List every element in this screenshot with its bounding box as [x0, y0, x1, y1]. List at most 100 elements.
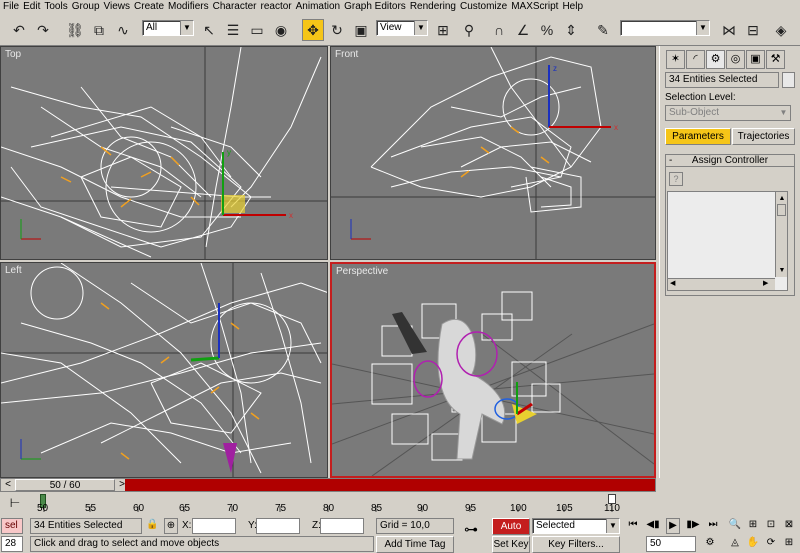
key-icon[interactable]: ⊶ — [458, 522, 484, 536]
menu-modifiers[interactable]: Modifiers — [168, 0, 213, 14]
parameters-button[interactable]: Parameters — [665, 128, 731, 145]
hierarchy-tab-icon[interactable]: ⚙ — [706, 50, 725, 69]
lock-selection-icon[interactable]: 🔒 — [146, 518, 158, 532]
zoom-extents-icon[interactable]: ⊡ — [764, 518, 778, 532]
z-coordinate-field[interactable] — [320, 518, 364, 534]
trajectories-button[interactable]: Trajectories — [732, 128, 795, 145]
time-configuration-icon[interactable]: ⚙ — [704, 536, 716, 550]
key-filters-button[interactable]: Key Filters... — [532, 536, 620, 553]
track-bar[interactable]: ⊢ 50 55 60 65 70 75 80 85 90 95 100 105 … — [0, 494, 656, 516]
menu-graph-editors[interactable]: Graph Editors — [344, 0, 410, 14]
menu-help[interactable]: Help — [562, 0, 587, 14]
motion-tab-icon[interactable]: ◎ — [726, 50, 745, 69]
menu-reactor[interactable]: reactor — [261, 0, 296, 14]
pan-icon[interactable]: ✋ — [746, 536, 760, 550]
mirror-icon[interactable]: ⋈ — [718, 19, 740, 41]
percent-snap-icon[interactable]: % — [536, 19, 558, 41]
time-slider-thumb[interactable]: 50 / 60 — [15, 479, 115, 491]
previous-frame-icon[interactable]: ◀▮ — [646, 518, 660, 532]
add-time-tag-button[interactable]: Add Time Tag — [376, 536, 454, 553]
zoom-all-icon[interactable]: ⊞ — [746, 518, 760, 532]
select-and-link-icon[interactable]: ⛓ — [64, 19, 86, 41]
y-coordinate-field[interactable] — [256, 518, 300, 534]
viewport-label-perspective[interactable]: Perspective — [336, 266, 388, 277]
viewport-top[interactable]: x y Top — [0, 46, 328, 260]
controller-tree-hscrollbar[interactable]: ◀ ▶ — [668, 278, 775, 290]
time-slider-track[interactable]: < 50 / 60 > — [0, 478, 656, 492]
window-crossing-icon[interactable]: ◉ — [270, 19, 292, 41]
controller-tree[interactable] — [667, 191, 788, 291]
go-to-start-icon[interactable]: ⏮ — [626, 518, 640, 532]
current-frame-field[interactable]: 50 — [646, 536, 696, 552]
controller-tree-scrollbar[interactable]: ▲ ▼ — [775, 192, 787, 277]
viewport-label-front[interactable]: Front — [335, 49, 358, 60]
play-icon[interactable]: ▶ — [666, 518, 680, 534]
snaps-toggle-icon[interactable]: ∩ — [488, 19, 510, 41]
x-coordinate-field[interactable] — [192, 518, 236, 534]
selection-name-field[interactable]: 34 Entities Selected — [665, 72, 779, 88]
viewport-left[interactable]: Left — [0, 262, 328, 478]
modify-tab-icon[interactable]: ◜ — [686, 50, 705, 69]
sub-object-dropdown[interactable]: Sub-Object ▼ — [665, 105, 791, 121]
next-frame-icon[interactable]: ▮▶ — [686, 518, 700, 532]
menu-views[interactable]: Views — [104, 0, 135, 14]
material-editor-icon[interactable]: ◈ — [770, 19, 792, 41]
viewport-perspective[interactable]: Perspective — [330, 262, 656, 478]
menu-customize[interactable]: Customize — [460, 0, 511, 14]
scroll-down-icon[interactable]: ▼ — [776, 264, 788, 274]
scroll-thumb[interactable] — [777, 204, 786, 216]
viewport-label-top[interactable]: Top — [5, 49, 21, 60]
select-object-icon[interactable]: ↖ — [198, 19, 220, 41]
select-and-scale-icon[interactable]: ▣ — [350, 19, 372, 41]
scroll-up-icon[interactable]: ▲ — [776, 192, 788, 202]
frame-number-field[interactable]: 28 — [1, 536, 23, 552]
key-mode-dropdown[interactable]: Selected ▼ — [532, 518, 620, 534]
spinner-snap-icon[interactable]: ⇕ — [560, 19, 582, 41]
menu-character[interactable]: Character — [213, 0, 261, 14]
select-and-move-icon[interactable]: ✥ — [302, 19, 324, 41]
edit-named-selection-icon[interactable]: ✎ — [592, 19, 614, 41]
align-icon[interactable]: ⊟ — [742, 19, 764, 41]
rectangular-selection-icon[interactable]: ▭ — [246, 19, 268, 41]
menu-file[interactable]: File — [3, 0, 23, 14]
viewport-label-left[interactable]: Left — [5, 265, 22, 276]
auto-key-button[interactable]: Auto Key — [492, 518, 530, 547]
reference-coordinate-dropdown[interactable]: View ▼ — [376, 20, 428, 36]
bind-space-warp-icon[interactable]: ∿ — [112, 19, 134, 41]
go-to-end-icon[interactable]: ⏭ — [706, 518, 720, 532]
selection-filter-dropdown[interactable]: All ▼ — [142, 20, 194, 36]
redo-icon[interactable]: ↷ — [32, 19, 54, 41]
set-key-button[interactable]: Set Key — [492, 536, 530, 553]
angle-snap-icon[interactable]: ∠ — [512, 19, 534, 41]
named-selection-dropdown[interactable]: ▼ — [620, 20, 710, 36]
time-slider-prev-icon[interactable]: < — [3, 478, 13, 492]
utilities-tab-icon[interactable]: ⚒ — [766, 50, 785, 69]
undo-icon[interactable]: ↶ — [8, 19, 30, 41]
maximize-viewport-icon[interactable]: ⊞ — [782, 536, 796, 550]
arc-rotate-icon[interactable]: ⟳ — [764, 536, 778, 550]
menu-rendering[interactable]: Rendering — [410, 0, 460, 14]
scroll-left-icon[interactable]: ◀ — [670, 277, 675, 291]
object-color-swatch[interactable] — [782, 72, 795, 88]
assign-controller-icon[interactable]: ? — [669, 172, 683, 186]
scroll-right-icon[interactable]: ▶ — [763, 277, 768, 291]
menu-animation[interactable]: Animation — [296, 0, 344, 14]
pivot-point-center-icon[interactable]: ⊞ — [432, 19, 454, 41]
create-tab-icon[interactable]: ✶ — [666, 50, 685, 69]
menu-create[interactable]: Create — [134, 0, 168, 14]
display-tab-icon[interactable]: ▣ — [746, 50, 765, 69]
viewport-front[interactable]: z x Front — [330, 46, 656, 260]
select-by-name-icon[interactable]: ☰ — [222, 19, 244, 41]
menu-maxscript[interactable]: MAXScript — [511, 0, 562, 14]
select-and-manipulate-icon[interactable]: ⚲ — [458, 19, 480, 41]
maxscript-listener-field[interactable]: sel — [1, 518, 23, 534]
select-and-rotate-icon[interactable]: ↻ — [326, 19, 348, 41]
rollout-header[interactable]: - Assign Controller — [666, 155, 794, 167]
zoom-icon[interactable]: 🔍 — [728, 518, 742, 532]
field-of-view-icon[interactable]: ◬ — [728, 536, 742, 550]
menu-edit[interactable]: Edit — [23, 0, 44, 14]
menu-tools[interactable]: Tools — [44, 0, 71, 14]
absolute-mode-icon[interactable]: ⊕ — [164, 518, 178, 534]
unlink-icon[interactable]: ⧉ — [88, 19, 110, 41]
zoom-extents-all-icon[interactable]: ⊠ — [782, 518, 796, 532]
